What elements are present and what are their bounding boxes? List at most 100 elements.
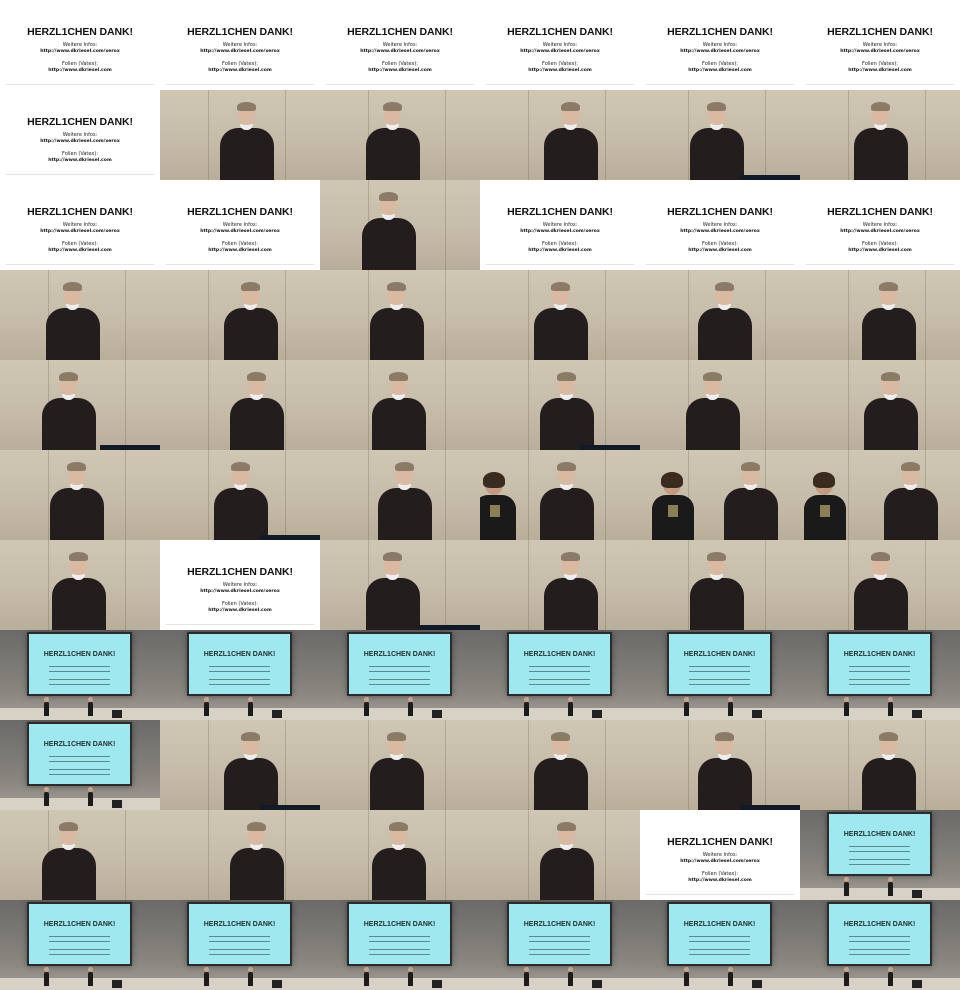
person-on-stage — [524, 967, 529, 986]
stage-wide-frame: HERZL1CHEN DANK! — [480, 900, 640, 990]
slide-footer-line — [6, 84, 154, 87]
speaker-figure — [862, 372, 920, 450]
projection-screen: HERZL1CHEN DANK! — [507, 902, 612, 966]
thank-you-slide-frame: HERZL1CHEN DANK! Weitere Infos: http://w… — [640, 810, 800, 900]
screen-title: HERZL1CHEN DANK! — [43, 651, 116, 658]
speaker-figure — [684, 372, 742, 450]
wall-panel-line — [444, 270, 446, 360]
speaker-figure — [50, 552, 108, 630]
stage-equipment — [272, 980, 282, 988]
speaker-figure — [212, 462, 270, 540]
slide-info-label: Weitere Infos: — [222, 222, 258, 228]
wall-panel-line — [124, 810, 126, 900]
person-on-stage — [204, 967, 209, 986]
stage-floor — [480, 708, 640, 720]
slide-info-url: http://www.dkriesel.com/xerox — [520, 229, 600, 234]
speaker-frame — [0, 270, 160, 360]
person-on-stage — [248, 967, 253, 986]
slide-slides-url: http://www.dkriesel.com — [528, 68, 592, 73]
wall-panel-line — [208, 720, 209, 810]
slide-title: HERZL1CHEN DANK! — [187, 566, 293, 578]
speaker-frame — [480, 540, 640, 630]
wall-panel-line — [444, 90, 446, 180]
stage-equipment — [752, 710, 762, 718]
person-on-stage — [888, 967, 893, 986]
slide-info-url: http://www.dkriesel.com/xerox — [680, 859, 760, 864]
slide-slides-url: http://www.dkriesel.com — [848, 248, 912, 253]
wall-panel-line — [444, 360, 446, 450]
slide-slides-url: http://www.dkriesel.com — [688, 248, 752, 253]
slide-title: HERZL1CHEN DANK! — [667, 26, 773, 38]
wall-panel-line — [604, 810, 606, 900]
slide-info-url: http://www.dkriesel.com/xerox — [840, 49, 920, 54]
stage-wide-frame: HERZL1CHEN DANK! — [0, 900, 160, 990]
slide-slides-label: Folien (Vatex): — [62, 241, 98, 247]
slide-info-url: http://www.dkriesel.com/xerox — [200, 229, 280, 234]
person-on-stage — [844, 697, 849, 716]
stage-wide-frame: HERZL1CHEN DANK! — [160, 900, 320, 990]
screen-title: HERZL1CHEN DANK! — [203, 921, 276, 928]
woman-figure — [804, 472, 846, 540]
speaker-figure — [370, 372, 428, 450]
speaker-figure — [222, 282, 280, 360]
stage-equipment — [432, 710, 442, 718]
woman-figure — [652, 472, 694, 540]
slide-slides-url: http://www.dkriesel.com — [528, 248, 592, 253]
wall-panel-line — [368, 360, 369, 450]
speaker-frame — [800, 450, 960, 540]
wall-panel-line — [284, 450, 286, 540]
speaker-frame — [160, 90, 320, 180]
stage-equipment — [912, 980, 922, 988]
screen-title: HERZL1CHEN DANK! — [523, 651, 596, 658]
person-on-stage — [44, 697, 49, 716]
projection-screen: HERZL1CHEN DANK! — [347, 902, 452, 966]
speaker-figure — [360, 192, 418, 270]
screen-title: HERZL1CHEN DANK! — [843, 831, 916, 838]
stage-floor — [160, 978, 320, 990]
stage-floor — [0, 978, 160, 990]
screen-title: HERZL1CHEN DANK! — [203, 651, 276, 658]
projection-screen: HERZL1CHEN DANK! — [27, 722, 132, 786]
speaker-figure — [538, 462, 596, 540]
thank-you-slide-frame: HERZL1CHEN DANK! Weitere Infos: http://w… — [160, 540, 320, 630]
speaker-figure — [542, 102, 600, 180]
stage-equipment — [112, 710, 122, 718]
slide-title: HERZL1CHEN DANK! — [827, 206, 933, 218]
wall-panel-line — [208, 270, 209, 360]
stage-equipment — [752, 980, 762, 988]
slide-slides-label: Folien (Vatex): — [222, 61, 258, 67]
thank-you-slide-frame: HERZL1CHEN DANK! Weitere Infos: http://w… — [800, 0, 960, 90]
screen-title: HERZL1CHEN DANK! — [683, 651, 756, 658]
slide-slides-url: http://www.dkriesel.com — [48, 158, 112, 163]
speaker-frame — [640, 540, 800, 630]
slide-title: HERZL1CHEN DANK! — [27, 206, 133, 218]
slide-slides-label: Folien (Vatex): — [62, 61, 98, 67]
wall-panel-line — [124, 450, 126, 540]
slide-footer-line — [6, 264, 154, 267]
person-on-stage — [568, 967, 573, 986]
speaker-frame — [480, 450, 640, 540]
wall-panel-line — [924, 720, 926, 810]
speaker-frame — [0, 360, 160, 450]
person-on-stage — [408, 697, 413, 716]
slide-info-url: http://www.dkriesel.com/xerox — [680, 229, 760, 234]
wall-panel-line — [124, 270, 126, 360]
slide-info-label: Weitere Infos: — [62, 132, 98, 138]
slide-slides-url: http://www.dkriesel.com — [208, 248, 272, 253]
person-on-stage — [524, 697, 529, 716]
stage-wide-frame: HERZL1CHEN DANK! — [640, 630, 800, 720]
speaker-figure — [40, 372, 98, 450]
wall-panel-line — [528, 90, 529, 180]
slide-footer-line — [6, 174, 154, 177]
wall-panel-line — [764, 360, 766, 450]
stage-equipment — [112, 980, 122, 988]
wall-panel-line — [528, 810, 529, 900]
screen-title: HERZL1CHEN DANK! — [363, 921, 436, 928]
slide-info-label: Weitere Infos: — [542, 222, 578, 228]
wall-panel-line — [764, 270, 766, 360]
person-on-stage — [364, 697, 369, 716]
person-on-stage — [684, 967, 689, 986]
stage-floor — [0, 708, 160, 720]
projection-screen: HERZL1CHEN DANK! — [667, 632, 772, 696]
speaker-frame — [800, 720, 960, 810]
